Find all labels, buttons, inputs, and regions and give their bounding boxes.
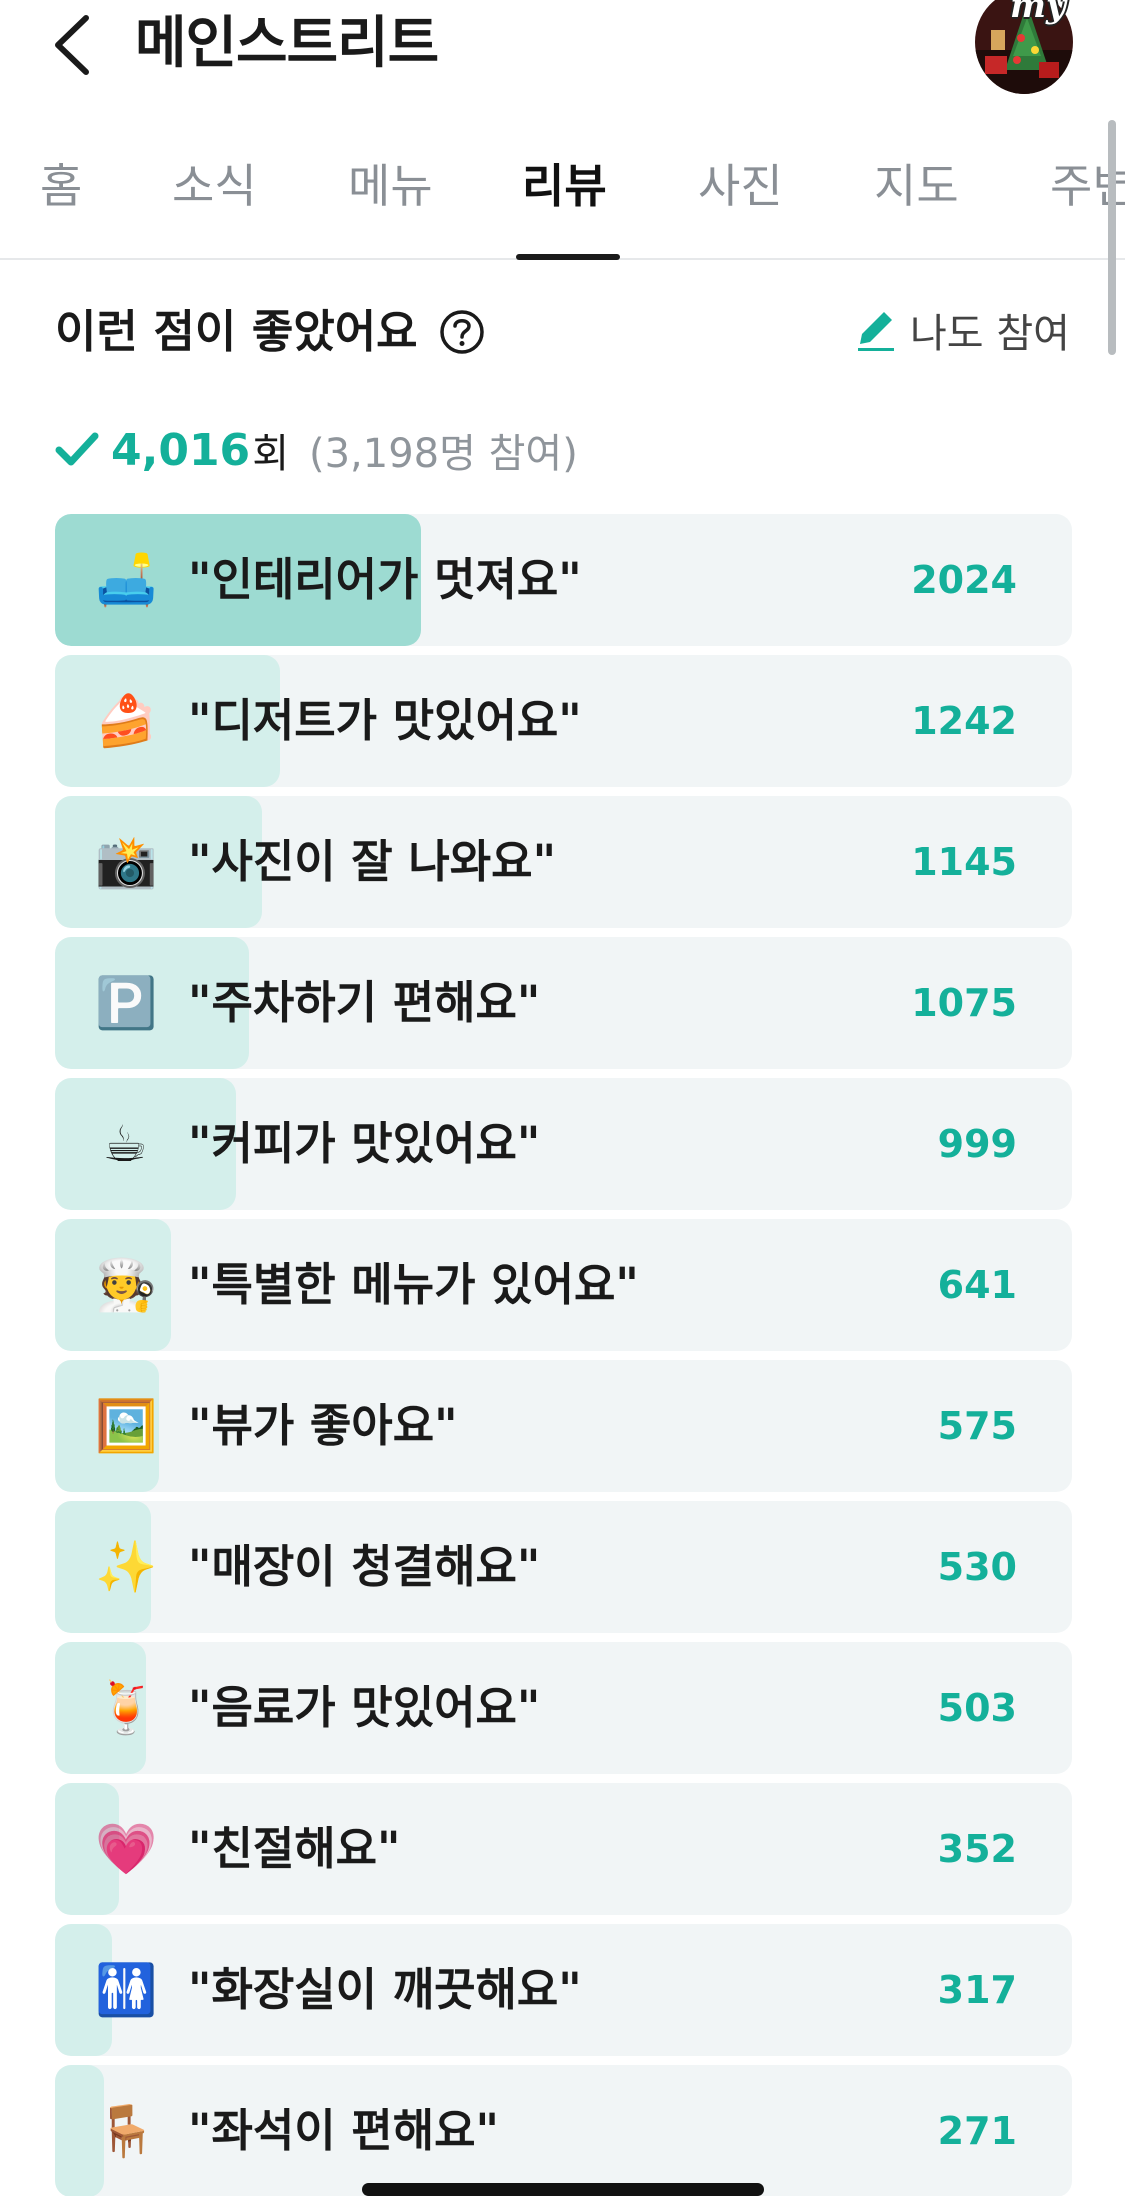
review-keyword-item[interactable]: 💗 "친절해요" 352 bbox=[55, 1783, 1072, 1915]
total-count: 4,016 bbox=[111, 424, 251, 476]
active-tab-indicator bbox=[516, 254, 620, 260]
back-button[interactable] bbox=[50, 10, 100, 80]
participant-count: (3,198명 참여) bbox=[309, 431, 578, 477]
coffee-icon: ☕ bbox=[102, 1115, 148, 1173]
review-keyword-label: "친절해요" bbox=[188, 1822, 401, 1875]
review-keyword-count: 999 bbox=[937, 1122, 1017, 1166]
review-keyword-item[interactable]: 🅿️ "주차하기 편해요" 1075 bbox=[55, 937, 1072, 1069]
tab-map[interactable]: 지도 bbox=[874, 150, 959, 216]
camera-flash-icon: 📸 bbox=[95, 833, 158, 891]
review-keyword-label: "화장실이 깨끗해요" bbox=[188, 1963, 582, 2016]
page-title: 메인스트리트 bbox=[135, 11, 439, 76]
sofa-icon: 🛋️ bbox=[95, 551, 158, 609]
sparkles-icon: ✨ bbox=[95, 1538, 158, 1596]
restroom-icon: 🚻 bbox=[95, 1961, 158, 2019]
tab-menu[interactable]: 메뉴 bbox=[348, 150, 433, 216]
review-keyword-label: "음료가 맛있어요" bbox=[188, 1681, 541, 1734]
review-keyword-item[interactable]: 🧑‍🍳 "특별한 메뉴가 있어요" 641 bbox=[55, 1219, 1072, 1351]
profile-tag: my bbox=[1010, 0, 1066, 26]
review-keyword-label: "좌석이 편해요" bbox=[188, 2104, 499, 2157]
review-keyword-count: 2024 bbox=[911, 558, 1017, 602]
question-circle-icon bbox=[440, 310, 484, 354]
tab-review[interactable]: 리뷰 bbox=[522, 150, 607, 216]
seat-icon: 🪑 bbox=[95, 2102, 158, 2160]
scrollbar[interactable] bbox=[1108, 120, 1116, 355]
heart-face-icon: 💗 bbox=[95, 1820, 158, 1878]
join-button[interactable]: 나도 참여 bbox=[856, 300, 1070, 360]
review-keyword-item[interactable]: 🖼️ "뷰가 좋아요" 575 bbox=[55, 1360, 1072, 1492]
review-keyword-item[interactable]: ☕ "커피가 맛있어요" 999 bbox=[55, 1078, 1072, 1210]
review-keyword-item[interactable]: 🛋️ "인테리어가 멋져요" 2024 bbox=[55, 514, 1072, 646]
chef-icon: 🧑‍🍳 bbox=[95, 1256, 158, 1314]
review-keyword-label: "디저트가 맛있어요" bbox=[188, 694, 582, 747]
review-keyword-count: 1242 bbox=[911, 699, 1017, 743]
parking-icon: 🅿️ bbox=[95, 974, 158, 1032]
review-keyword-item[interactable]: 📸 "사진이 잘 나와요" 1145 bbox=[55, 796, 1072, 928]
review-keyword-label: "사진이 잘 나와요" bbox=[188, 835, 557, 888]
review-keyword-count: 503 bbox=[937, 1686, 1017, 1730]
review-keyword-count: 530 bbox=[937, 1545, 1017, 1589]
home-indicator bbox=[362, 2183, 764, 2196]
review-keyword-label: "특별한 메뉴가 있어요" bbox=[188, 1258, 639, 1311]
review-keyword-label: "인테리어가 멋져요" bbox=[188, 553, 582, 606]
app-screen: 메인스트리트 my 홈 소식 메뉴 리뷰 사진 지도 주변 이런 bbox=[0, 0, 1125, 2196]
tab-home[interactable]: 홈 bbox=[40, 150, 82, 216]
review-keyword-item[interactable]: 🍰 "디저트가 맛있어요" 1242 bbox=[55, 655, 1072, 787]
join-label: 나도 참여 bbox=[910, 311, 1070, 357]
review-keyword-count: 352 bbox=[937, 1827, 1017, 1871]
review-keyword-item[interactable]: ✨ "매장이 청결해요" 530 bbox=[55, 1501, 1072, 1633]
section-title: 이런 점이 좋았어요 bbox=[55, 305, 418, 358]
tab-bar: 홈 소식 메뉴 리뷰 사진 지도 주변 bbox=[0, 140, 1125, 260]
top-bar: 메인스트리트 my bbox=[0, 0, 1125, 94]
review-keyword-count: 317 bbox=[937, 1968, 1017, 2012]
tab-news[interactable]: 소식 bbox=[172, 150, 257, 216]
review-keyword-count: 1075 bbox=[911, 981, 1017, 1025]
review-summary: 4,016 회 (3,198명 참여) bbox=[55, 420, 578, 480]
help-button[interactable] bbox=[438, 308, 486, 356]
review-keyword-label: "주차하기 편해요" bbox=[188, 976, 541, 1029]
review-keyword-item[interactable]: 🍹 "음료가 맛있어요" 503 bbox=[55, 1642, 1072, 1774]
review-keyword-count: 641 bbox=[937, 1263, 1017, 1307]
review-keyword-count: 575 bbox=[937, 1404, 1017, 1448]
review-keyword-label: "커피가 맛있어요" bbox=[188, 1117, 541, 1170]
review-keyword-item[interactable]: 🚻 "화장실이 깨끗해요" 317 bbox=[55, 1924, 1072, 2056]
tropical-drink-icon: 🍹 bbox=[95, 1679, 158, 1737]
count-unit: 회 bbox=[252, 431, 289, 477]
review-keyword-count: 1145 bbox=[911, 840, 1017, 884]
review-keyword-label: "뷰가 좋아요" bbox=[188, 1399, 458, 1452]
check-icon bbox=[55, 432, 99, 466]
cake-icon: 🍰 bbox=[95, 692, 158, 750]
review-keyword-label: "매장이 청결해요" bbox=[188, 1540, 541, 1593]
pencil-icon bbox=[858, 312, 894, 351]
tab-photo[interactable]: 사진 bbox=[698, 150, 783, 216]
framed-picture-icon: 🖼️ bbox=[95, 1397, 158, 1455]
review-keyword-count: 271 bbox=[937, 2109, 1017, 2153]
review-keyword-item[interactable]: 🪑 "좌석이 편해요" 271 bbox=[55, 2065, 1072, 2196]
chevron-left-icon bbox=[55, 15, 89, 75]
review-keyword-list: 🛋️ "인테리어가 멋져요" 2024 🍰 "디저트가 맛있어요" 1242 📸 "사진이 잘… bbox=[55, 514, 1072, 2196]
